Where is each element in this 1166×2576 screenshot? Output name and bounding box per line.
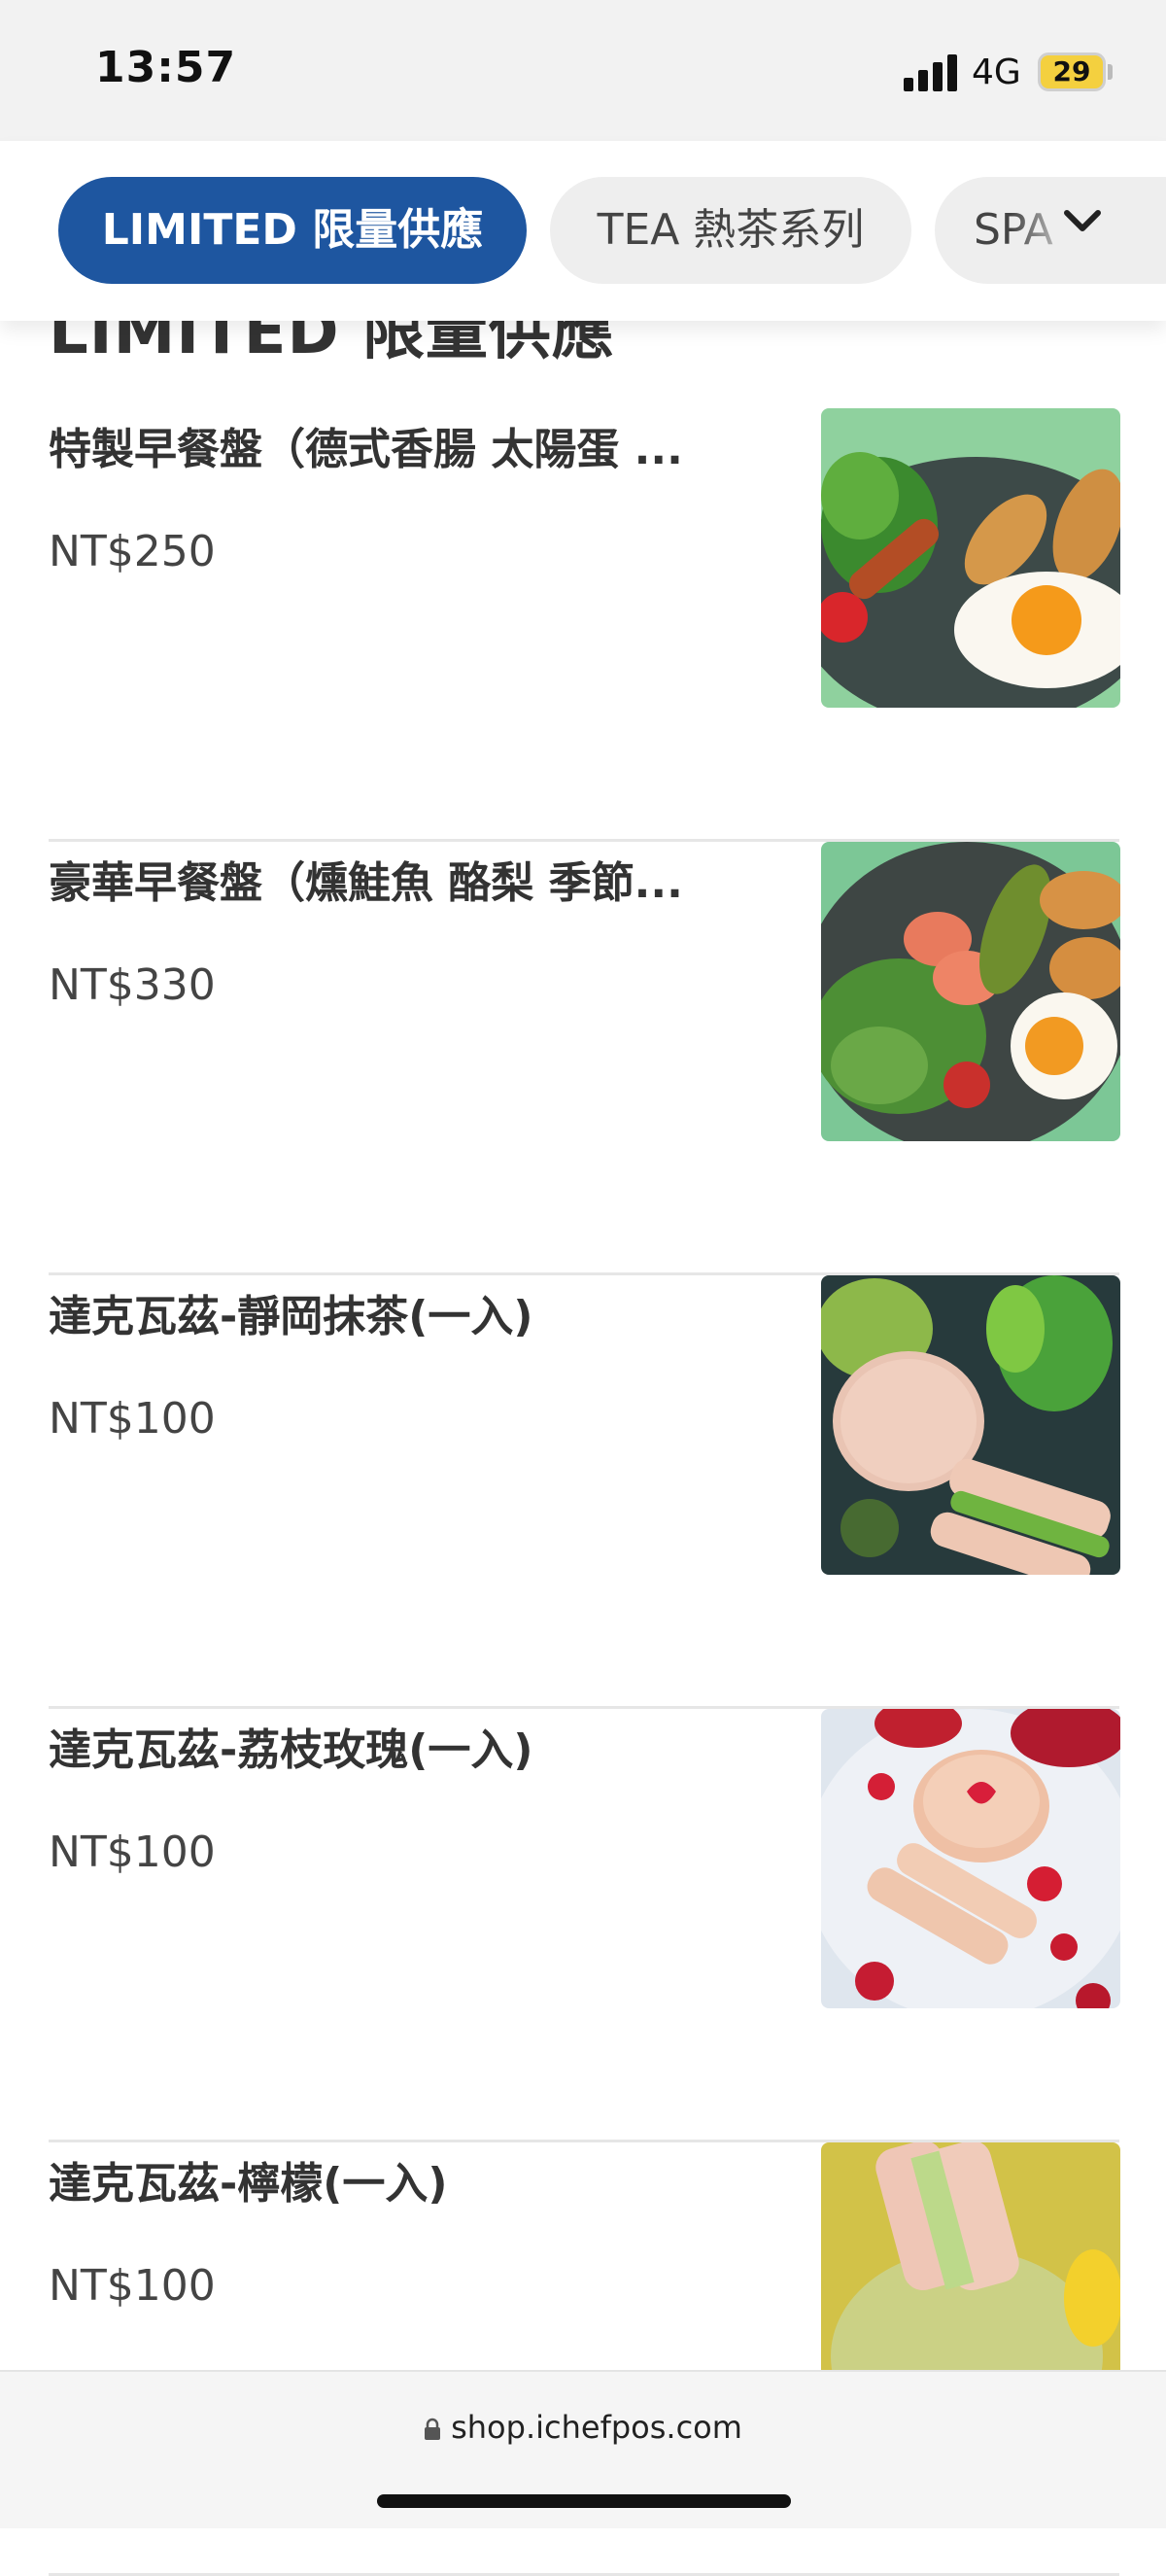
item-name: 特製早餐盤（德式香腸 太陽蛋 ...: [49, 425, 683, 474]
item-price: NT$330: [49, 960, 216, 1010]
network-type: 4G: [972, 52, 1021, 92]
tab-limited[interactable]: LIMITED 限量供應: [58, 177, 527, 284]
item-price: NT$100: [49, 2261, 216, 2311]
signal-icon: [904, 54, 958, 91]
menu-item[interactable]: 達克瓦茲-荔枝玫瑰(一入) NT$100: [49, 1709, 1120, 2142]
item-price: NT$250: [49, 527, 216, 576]
item-photo[interactable]: [821, 408, 1120, 708]
item-photo[interactable]: [821, 1275, 1120, 1575]
chevron-down-icon[interactable]: [1061, 207, 1104, 236]
menu-item[interactable]: 豪華早餐盤（燻鮭魚 酪梨 季節... NT$330: [49, 842, 1120, 1275]
item-name: 達克瓦茲-靜岡抹茶(一入): [49, 1292, 533, 1341]
menu-item[interactable]: 達克瓦茲-靜岡抹茶(一入) NT$100: [49, 1275, 1120, 1709]
item-name: 達克瓦茲-荔枝玫瑰(一入): [49, 1725, 533, 1775]
home-indicator[interactable]: [377, 2494, 791, 2508]
item-price: NT$100: [49, 1394, 216, 1444]
category-tab-bar: LIMITED 限量供應 TEA 熱茶系列 SPA: [0, 141, 1166, 321]
status-bar: 13:57 4G 29: [0, 0, 1166, 141]
item-price: NT$100: [49, 1828, 216, 1877]
status-time: 13:57: [95, 43, 237, 92]
lock-icon: [425, 2418, 441, 2440]
menu-item[interactable]: 特製早餐盤（德式香腸 太陽蛋 ... NT$250: [49, 408, 1120, 842]
browser-url-bar[interactable]: shop.ichefpos.com: [0, 2370, 1166, 2528]
battery-icon: 29: [1038, 52, 1106, 91]
item-photo[interactable]: [821, 842, 1120, 1141]
item-photo[interactable]: [821, 1709, 1120, 2008]
item-name: 豪華早餐盤（燻鮭魚 酪梨 季節...: [49, 858, 683, 908]
item-name: 達克瓦茲-檸檬(一入): [49, 2159, 448, 2209]
tab-tea[interactable]: TEA 熱茶系列: [550, 177, 911, 284]
url-display[interactable]: shop.ichefpos.com: [0, 2409, 1166, 2446]
url-text: shop.ichefpos.com: [451, 2409, 742, 2446]
battery-nub: [1108, 64, 1113, 80]
